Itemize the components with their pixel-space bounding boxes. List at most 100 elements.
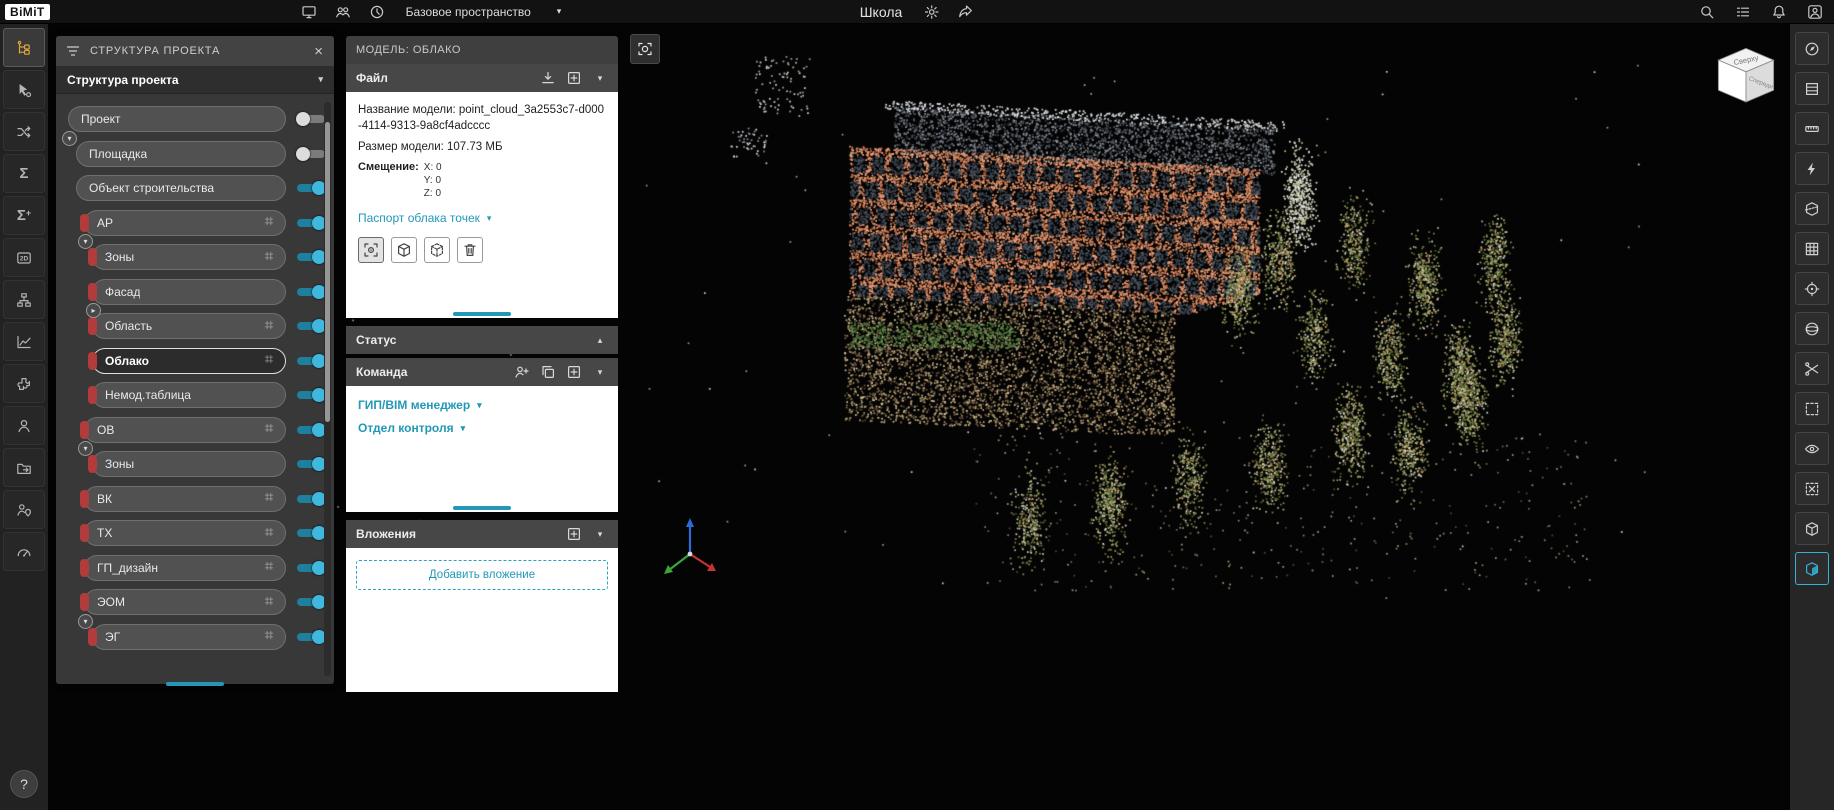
cut-plane-button[interactable] xyxy=(1795,352,1829,385)
visibility-toggle[interactable] xyxy=(296,216,326,230)
expand-toggle-icon[interactable]: ▾ xyxy=(62,131,77,146)
user-tool-button[interactable] xyxy=(3,406,45,445)
plugins-tool-button[interactable] xyxy=(3,364,45,403)
filter-menu-icon[interactable] xyxy=(65,43,81,59)
visibility-toggle[interactable] xyxy=(296,561,326,575)
section-stack-button[interactable] xyxy=(1795,72,1829,105)
visibility-toggle[interactable] xyxy=(296,423,326,437)
tree-item[interactable]: ЭОМ xyxy=(84,589,286,615)
display-icon[interactable] xyxy=(300,3,318,21)
visibility-toggle[interactable] xyxy=(296,388,326,402)
expand-toggle-icon[interactable]: ▾ xyxy=(78,234,93,249)
attachments-section-header[interactable]: Вложения ▾ xyxy=(346,520,618,548)
visibility-toggle[interactable] xyxy=(296,457,326,471)
visibility-toggle[interactable] xyxy=(296,250,326,264)
chevron-down-icon[interactable]: ▾ xyxy=(592,526,608,542)
add-icon[interactable] xyxy=(566,364,582,380)
add-icon[interactable] xyxy=(566,526,582,542)
visibility-button[interactable] xyxy=(1795,432,1829,465)
team-section-header[interactable]: Команда ▾ xyxy=(346,358,618,386)
tree-item[interactable]: Фасад xyxy=(92,279,286,305)
tree-item[interactable]: Объект строительства xyxy=(76,175,286,201)
copy-icon[interactable] xyxy=(540,364,556,380)
scrollbar-thumb[interactable] xyxy=(325,122,330,422)
tree-item[interactable]: Область xyxy=(92,313,286,339)
history-icon[interactable] xyxy=(368,3,386,21)
settings-icon[interactable] xyxy=(922,3,940,21)
tree-item[interactable]: Зоны xyxy=(92,244,286,270)
notifications-icon[interactable] xyxy=(1770,3,1788,21)
focus-view-button[interactable] xyxy=(358,237,384,263)
dashboard-tool-button[interactable] xyxy=(3,532,45,571)
panel-resize-handle[interactable] xyxy=(166,682,224,686)
focus-target-button[interactable] xyxy=(1795,272,1829,305)
visibility-toggle[interactable] xyxy=(296,526,326,540)
charts-tool-button[interactable] xyxy=(3,322,45,361)
tree-item[interactable]: Площадка xyxy=(76,141,286,167)
chevron-down-icon[interactable]: ▾ xyxy=(592,364,608,380)
expand-toggle-icon[interactable]: ▾ xyxy=(78,441,93,456)
hierarchy-tool-button[interactable] xyxy=(3,280,45,319)
section-resize-handle[interactable] xyxy=(453,506,511,510)
visibility-toggle[interactable] xyxy=(296,319,326,333)
navigation-cube[interactable]: Сверху Спереди xyxy=(1710,38,1782,114)
visibility-toggle[interactable] xyxy=(296,492,326,506)
add-icon[interactable] xyxy=(566,70,582,86)
relations-tool-button[interactable] xyxy=(3,112,45,151)
view-2d-tool-button[interactable]: 2D xyxy=(3,238,45,277)
share-icon[interactable] xyxy=(956,3,974,21)
tree-item[interactable]: Проект xyxy=(68,106,286,132)
visibility-toggle[interactable] xyxy=(296,112,326,126)
visibility-toggle[interactable] xyxy=(296,147,326,161)
tree-item[interactable]: ТХ xyxy=(84,520,286,546)
search-icon[interactable] xyxy=(1698,3,1716,21)
tasks-icon[interactable] xyxy=(1734,3,1752,21)
tree-item[interactable]: Облако xyxy=(92,348,286,374)
sphere-button[interactable] xyxy=(1795,312,1829,345)
select-cursor-tool-button[interactable] xyxy=(3,70,45,109)
close-icon[interactable]: × xyxy=(312,43,325,60)
tree-item[interactable]: ВК xyxy=(84,486,286,512)
fit-model-button[interactable] xyxy=(391,237,417,263)
hide-region-button[interactable] xyxy=(1795,472,1829,505)
tree-item[interactable]: Немод.таблица xyxy=(92,382,286,408)
measure-button[interactable] xyxy=(1795,112,1829,145)
export-folder-tool-button[interactable] xyxy=(3,448,45,487)
compass-button[interactable] xyxy=(1795,32,1829,65)
expand-toggle-icon[interactable]: ▾ xyxy=(78,614,93,629)
structure-view-selector[interactable]: Структура проекта ▾ xyxy=(56,66,334,94)
visibility-toggle[interactable] xyxy=(296,595,326,609)
visibility-toggle[interactable] xyxy=(296,285,326,299)
visibility-toggle[interactable] xyxy=(296,181,326,195)
visibility-toggle[interactable] xyxy=(296,354,326,368)
chevron-up-icon[interactable]: ▴ xyxy=(592,332,608,348)
tree-item[interactable]: Зоны xyxy=(92,451,286,477)
profile-icon[interactable] xyxy=(1806,3,1824,21)
chevron-down-icon[interactable]: ▾ xyxy=(592,70,608,86)
lightning-button[interactable] xyxy=(1795,152,1829,185)
user-location-tool-button[interactable] xyxy=(3,490,45,529)
team-role-link[interactable]: Отдел контроля▾ xyxy=(358,421,606,435)
section-resize-handle[interactable] xyxy=(453,312,511,316)
tree-item[interactable]: ЭГ xyxy=(92,624,286,650)
help-button[interactable]: ? xyxy=(10,770,38,798)
download-icon[interactable] xyxy=(540,70,556,86)
marquee-button[interactable] xyxy=(1795,392,1829,425)
delete-button[interactable] xyxy=(457,237,483,263)
isolate-box-button[interactable] xyxy=(1795,512,1829,545)
model-bounds-button[interactable] xyxy=(424,237,450,263)
tree-item[interactable]: АР xyxy=(84,210,286,236)
workspace-selector[interactable]: Базовое пространство ▾ xyxy=(406,5,562,19)
structure-tree-tool-button[interactable] xyxy=(3,28,45,67)
tree-item[interactable]: ОВ xyxy=(84,417,286,443)
team-icon[interactable] xyxy=(334,3,352,21)
assign-user-icon[interactable] xyxy=(514,364,530,380)
clip-box-button[interactable] xyxy=(1795,192,1829,225)
file-section-header[interactable]: Файл ▾ xyxy=(346,64,618,92)
expand-toggle-icon[interactable]: ▸ xyxy=(86,303,101,318)
grid-table-button[interactable] xyxy=(1795,232,1829,265)
sum-tool-button[interactable]: Σ xyxy=(3,154,45,193)
tree-item[interactable]: ГП_дизайн xyxy=(84,555,286,581)
shading-button[interactable] xyxy=(1795,552,1829,585)
status-section-header[interactable]: Статус ▴ xyxy=(346,326,618,354)
